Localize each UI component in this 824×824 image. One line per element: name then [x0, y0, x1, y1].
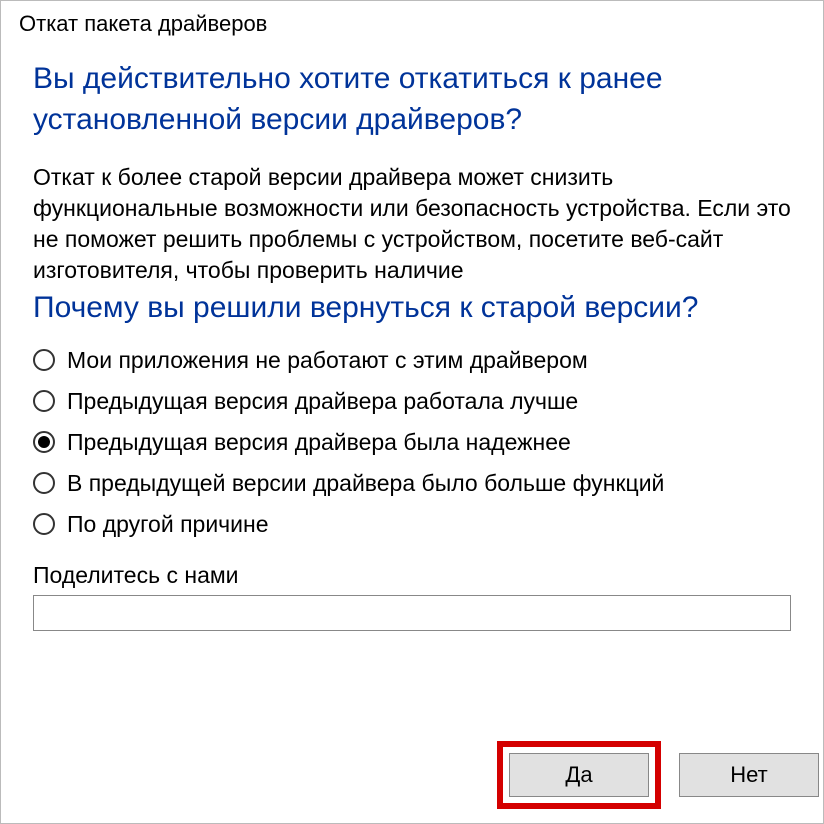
reason-option-apps-not-working[interactable]: Мои приложения не работают с этим драйве… — [33, 347, 791, 374]
radio-icon — [33, 472, 55, 494]
reason-option-more-reliable[interactable]: Предыдущая версия драйвера была надежнее — [33, 429, 791, 456]
share-label: Поделитесь с нами — [33, 562, 791, 589]
rollback-dialog: Откат пакета драйверов Вы действительно … — [0, 0, 824, 824]
description-text: Откат к более старой версии драйвера мож… — [33, 162, 791, 286]
dialog-content: Вы действительно хотите откатиться к ран… — [1, 43, 823, 721]
radio-icon — [33, 431, 55, 453]
button-bar: Да Нет — [1, 721, 823, 823]
main-heading: Вы действительно хотите откатиться к ран… — [33, 59, 791, 140]
radio-icon — [33, 513, 55, 535]
reason-option-worked-better[interactable]: Предыдущая версия драйвера работала лучш… — [33, 388, 791, 415]
radio-label: Мои приложения не работают с этим драйве… — [67, 347, 588, 374]
radio-icon — [33, 390, 55, 412]
reason-heading: Почему вы решили вернуться к старой верс… — [33, 288, 791, 329]
reason-radio-group: Мои приложения не работают с этим драйве… — [33, 347, 791, 538]
yes-button[interactable]: Да — [509, 753, 649, 797]
radio-icon — [33, 349, 55, 371]
dialog-title: Откат пакета драйверов — [1, 1, 823, 43]
yes-highlight-box: Да — [497, 741, 661, 809]
radio-label: По другой причине — [67, 511, 269, 538]
no-button-wrap: Нет — [679, 741, 819, 809]
share-input[interactable] — [33, 595, 791, 631]
reason-option-other[interactable]: По другой причине — [33, 511, 791, 538]
radio-label: Предыдущая версия драйвера была надежнее — [67, 429, 571, 456]
no-button[interactable]: Нет — [679, 753, 819, 797]
radio-label: В предыдущей версии драйвера было больше… — [67, 470, 664, 497]
reason-option-more-features[interactable]: В предыдущей версии драйвера было больше… — [33, 470, 791, 497]
radio-label: Предыдущая версия драйвера работала лучш… — [67, 388, 578, 415]
